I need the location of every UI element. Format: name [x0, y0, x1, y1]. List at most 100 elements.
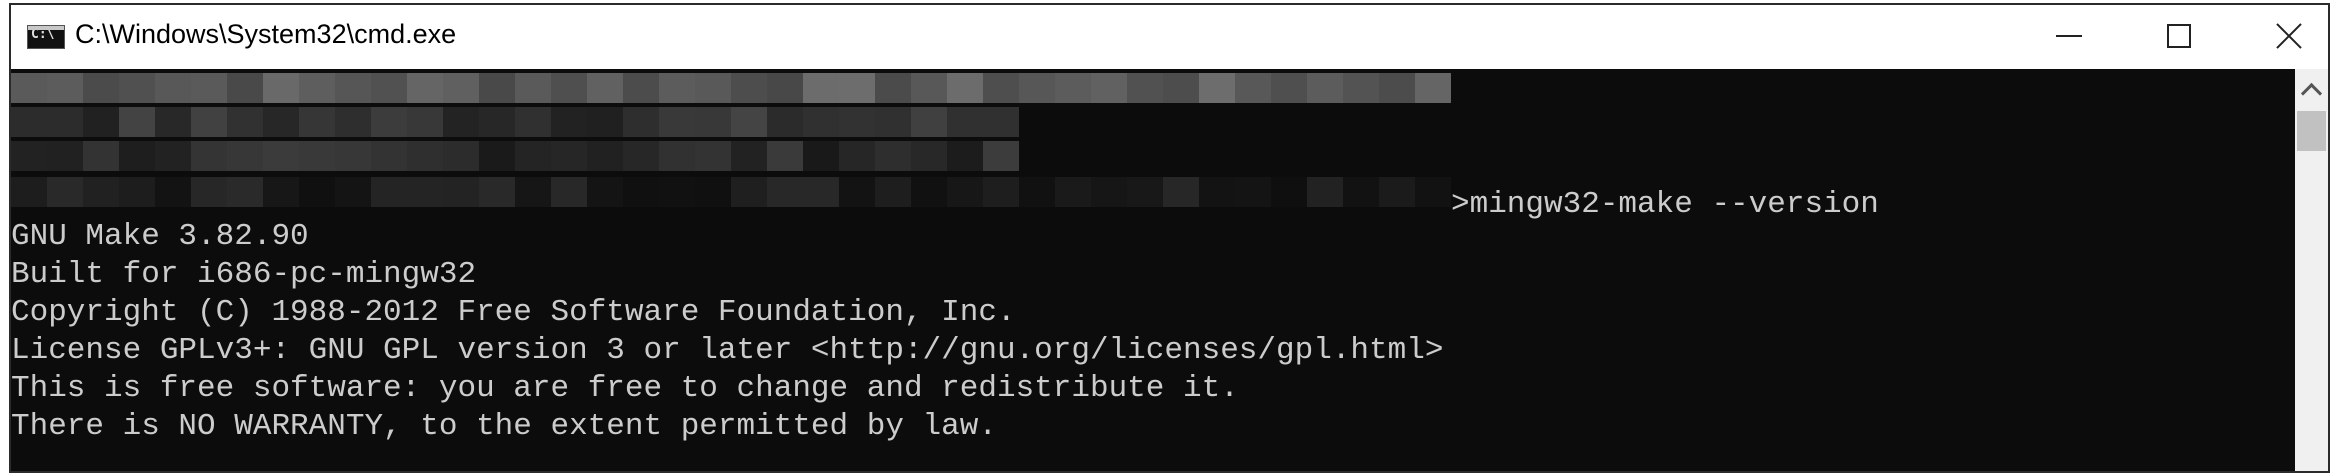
output-line: License GPLv3+: GNU GPL version 3 or lat…	[11, 333, 1444, 368]
mosaic-cell	[371, 141, 407, 171]
mosaic-cell	[47, 141, 83, 171]
mosaic-cell	[1235, 177, 1271, 207]
mosaic-cell	[83, 73, 119, 103]
mosaic-cell	[443, 177, 479, 207]
mosaic-cell	[155, 107, 191, 137]
mosaic-cell	[155, 177, 191, 207]
mosaic-cell	[1163, 177, 1199, 207]
mosaic-cell	[227, 107, 263, 137]
mosaic-cell	[1271, 177, 1307, 207]
mosaic-cell	[803, 141, 839, 171]
mosaic-cell	[155, 73, 191, 103]
mosaic-row	[11, 107, 1019, 137]
mosaic-cell	[1343, 73, 1379, 103]
mosaic-cell	[803, 107, 839, 137]
output-line: This is free software: you are free to c…	[11, 371, 1239, 406]
mosaic-cell	[371, 73, 407, 103]
vertical-scrollbar[interactable]	[2295, 69, 2328, 471]
mosaic-cell	[83, 141, 119, 171]
mosaic-cell	[983, 107, 1019, 137]
mosaic-cell	[1307, 73, 1343, 103]
mosaic-cell	[623, 177, 659, 207]
mosaic-cell	[623, 73, 659, 103]
mosaic-cell	[515, 107, 551, 137]
scroll-up-button[interactable]	[2295, 69, 2328, 109]
mosaic-cell	[371, 107, 407, 137]
mosaic-cell	[227, 73, 263, 103]
mosaic-cell	[911, 73, 947, 103]
mosaic-row	[11, 73, 1451, 103]
mosaic-cell	[839, 107, 875, 137]
mosaic-cell	[407, 107, 443, 137]
mosaic-cell	[263, 141, 299, 171]
window-title: C:\Windows\System32\cmd.exe	[75, 19, 457, 49]
cmd-window: C:\Windows\System32\cmd.exe >mingw32-mak…	[9, 3, 2330, 473]
mosaic-cell	[551, 107, 587, 137]
mosaic-cell	[335, 107, 371, 137]
mosaic-cell	[1055, 73, 1091, 103]
mosaic-cell	[407, 141, 443, 171]
mosaic-cell	[731, 107, 767, 137]
redacted-path-mosaic	[11, 73, 1451, 223]
mosaic-cell	[119, 73, 155, 103]
minimize-button[interactable]	[2014, 5, 2124, 67]
mosaic-cell	[11, 107, 47, 137]
mosaic-cell	[191, 73, 227, 103]
mosaic-cell	[263, 73, 299, 103]
title-bar[interactable]: C:\Windows\System32\cmd.exe	[11, 5, 2328, 67]
cmd-console-icon[interactable]	[27, 25, 65, 49]
mosaic-cell	[587, 73, 623, 103]
mosaic-cell	[839, 177, 875, 207]
mosaic-cell	[695, 107, 731, 137]
mosaic-cell	[731, 73, 767, 103]
mosaic-cell	[767, 141, 803, 171]
mosaic-cell	[587, 177, 623, 207]
mosaic-cell	[479, 141, 515, 171]
mosaic-cell	[767, 107, 803, 137]
mosaic-cell	[443, 73, 479, 103]
mosaic-cell	[299, 141, 335, 171]
mosaic-cell	[443, 141, 479, 171]
mosaic-cell	[479, 177, 515, 207]
mosaic-cell	[947, 141, 983, 171]
mosaic-cell	[983, 73, 1019, 103]
mosaic-cell	[227, 177, 263, 207]
output-line: Copyright (C) 1988-2012 Free Software Fo…	[11, 295, 1016, 330]
mosaic-cell	[1379, 177, 1415, 207]
mosaic-cell	[983, 141, 1019, 171]
mosaic-cell	[911, 141, 947, 171]
mosaic-cell	[1019, 177, 1055, 207]
mosaic-cell	[119, 107, 155, 137]
mosaic-cell	[515, 177, 551, 207]
mosaic-cell	[191, 107, 227, 137]
mosaic-cell	[947, 107, 983, 137]
mosaic-row	[11, 141, 1019, 171]
mosaic-cell	[47, 73, 83, 103]
mosaic-cell	[1271, 73, 1307, 103]
mosaic-cell	[875, 141, 911, 171]
mosaic-cell	[767, 177, 803, 207]
mosaic-cell	[1163, 73, 1199, 103]
mosaic-cell	[515, 141, 551, 171]
maximize-button[interactable]	[2124, 5, 2234, 67]
mosaic-cell	[299, 73, 335, 103]
mosaic-cell	[1235, 73, 1271, 103]
console-output-area[interactable]: >mingw32-make --version GNU Make 3.82.90…	[11, 69, 2295, 471]
output-line: Built for i686-pc-mingw32	[11, 257, 477, 292]
mosaic-cell	[947, 73, 983, 103]
mosaic-cell	[191, 177, 227, 207]
mosaic-cell	[47, 107, 83, 137]
mosaic-cell	[299, 177, 335, 207]
mosaic-cell	[659, 73, 695, 103]
mosaic-cell	[659, 177, 695, 207]
mosaic-cell	[191, 141, 227, 171]
mosaic-cell	[83, 107, 119, 137]
mosaic-cell	[119, 141, 155, 171]
mosaic-cell	[371, 177, 407, 207]
mosaic-cell	[659, 107, 695, 137]
mosaic-cell	[1415, 177, 1451, 207]
close-button[interactable]	[2234, 5, 2328, 67]
mosaic-cell	[1199, 73, 1235, 103]
mosaic-cell	[839, 73, 875, 103]
scroll-thumb[interactable]	[2297, 111, 2326, 151]
